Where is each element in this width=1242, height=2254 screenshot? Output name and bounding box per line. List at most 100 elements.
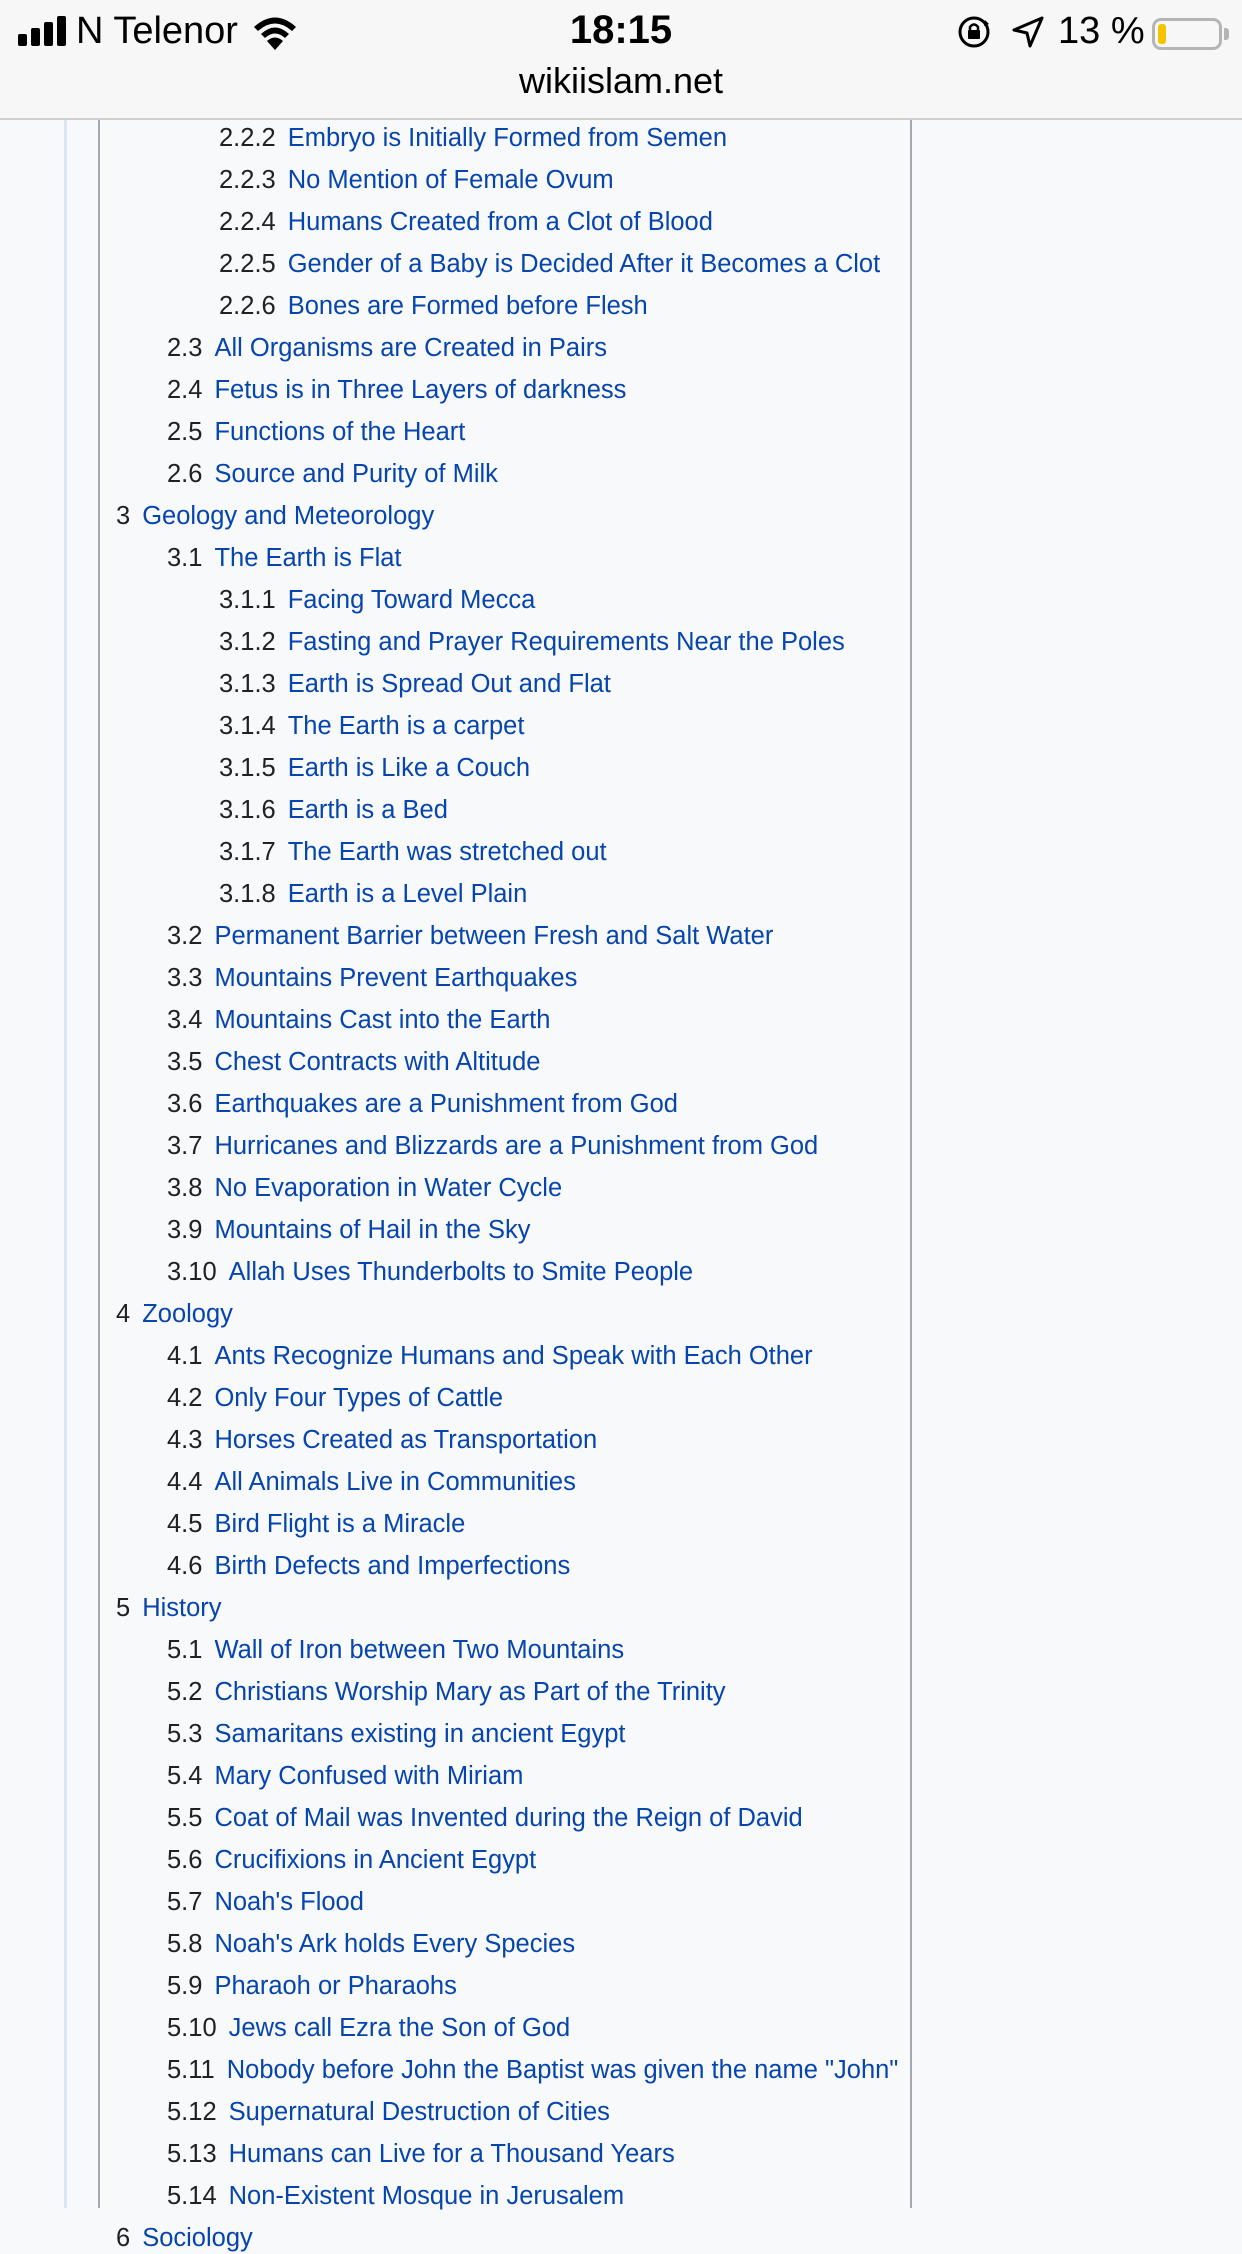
toc-entry[interactable]: 3.1.8 Earth is a Level Plain — [219, 878, 527, 910]
toc-link[interactable]: Humans Created from a Clot of Blood — [288, 208, 713, 236]
toc-entry[interactable]: 5.3 Samaritans existing in ancient Egypt — [167, 1718, 626, 1750]
toc-entry[interactable]: 5.5 Coat of Mail was Invented during the … — [167, 1802, 803, 1834]
toc-entry[interactable]: 5.2 Christians Worship Mary as Part of th… — [167, 1676, 726, 1708]
toc-link[interactable]: Bird Flight is a Miracle — [214, 1510, 465, 1538]
toc-entry[interactable]: 5.9 Pharaoh or Pharaohs — [167, 1970, 457, 2002]
toc-link[interactable]: Geology and Meteorology — [142, 502, 434, 530]
toc-link[interactable]: Zoology — [142, 1300, 233, 1328]
toc-link[interactable]: Samaritans existing in ancient Egypt — [214, 1720, 625, 1748]
toc-link[interactable]: Christians Worship Mary as Part of the T… — [214, 1678, 725, 1706]
toc-link[interactable]: Humans can Live for a Thousand Years — [229, 2140, 675, 2168]
toc-entry[interactable]: 5.11 Nobody before John the Baptist was g… — [167, 2054, 898, 2086]
toc-entry[interactable]: 5.12 Supernatural Destruction of Cities — [167, 2096, 610, 2128]
toc-entry[interactable]: 4.4 All Animals Live in Communities — [167, 1466, 576, 1498]
toc-link[interactable]: The Earth is Flat — [214, 544, 401, 572]
toc-entry[interactable]: 5.1 Wall of Iron between Two Mountains — [167, 1634, 624, 1666]
toc-entry[interactable]: 3.10 Allah Uses Thunderbolts to Smite Peo… — [167, 1256, 693, 1288]
toc-link[interactable]: Sociology — [142, 2224, 253, 2252]
toc-link[interactable]: Supernatural Destruction of Cities — [229, 2098, 610, 2126]
toc-link[interactable]: Earth is a Level Plain — [288, 880, 528, 908]
toc-link[interactable]: Earth is a Bed — [288, 796, 448, 824]
toc-link[interactable]: Hurricanes and Blizzards are a Punishmen… — [214, 1132, 818, 1160]
toc-entry[interactable]: 4.2 Only Four Types of Cattle — [167, 1382, 503, 1414]
toc-entry[interactable]: 3.6 Earthquakes are a Punishment from God — [167, 1088, 678, 1120]
toc-entry[interactable]: 2.2.6 Bones are Formed before Flesh — [219, 290, 648, 322]
toc-link[interactable]: All Organisms are Created in Pairs — [214, 334, 607, 362]
toc-entry[interactable]: 3.9 Mountains of Hail in the Sky — [167, 1214, 531, 1246]
toc-entry[interactable]: 2.3 All Organisms are Created in Pairs — [167, 332, 607, 364]
toc-link[interactable]: Earth is Spread Out and Flat — [288, 670, 611, 698]
toc-link[interactable]: The Earth is a carpet — [288, 712, 525, 740]
toc-entry[interactable]: 3.2 Permanent Barrier between Fresh and S… — [167, 920, 773, 952]
toc-link[interactable]: The Earth was stretched out — [288, 838, 607, 866]
toc-link[interactable]: Ants Recognize Humans and Speak with Eac… — [214, 1342, 812, 1370]
toc-link[interactable]: Wall of Iron between Two Mountains — [214, 1636, 624, 1664]
toc-entry[interactable]: 3.7 Hurricanes and Blizzards are a Punish… — [167, 1130, 818, 1162]
toc-entry[interactable]: 3 Geology and Meteorology — [116, 500, 434, 532]
toc-entry[interactable]: 3.1.4 The Earth is a carpet — [219, 710, 524, 742]
toc-link[interactable]: All Animals Live in Communities — [214, 1468, 575, 1496]
toc-entry[interactable]: 3.5 Chest Contracts with Altitude — [167, 1046, 540, 1078]
toc-link[interactable]: Fasting and Prayer Requirements Near the… — [288, 628, 845, 656]
toc-entry[interactable]: 5.13 Humans can Live for a Thousand Years — [167, 2138, 675, 2170]
toc-link[interactable]: Permanent Barrier between Fresh and Salt… — [214, 922, 773, 950]
toc-link[interactable]: Earth is Like a Couch — [288, 754, 530, 782]
toc-entry[interactable]: 2.2.4 Humans Created from a Clot of Blood — [219, 206, 713, 238]
toc-entry[interactable]: 3.3 Mountains Prevent Earthquakes — [167, 962, 577, 994]
toc-link[interactable]: Only Four Types of Cattle — [214, 1384, 503, 1412]
toc-entry[interactable]: 5.14 Non-Existent Mosque in Jerusalem — [167, 2180, 624, 2212]
toc-entry[interactable]: 4.1 Ants Recognize Humans and Speak with … — [167, 1340, 813, 1372]
toc-entry[interactable]: 3.1.3 Earth is Spread Out and Flat — [219, 668, 611, 700]
toc-link[interactable]: Mountains of Hail in the Sky — [214, 1216, 530, 1244]
toc-link[interactable]: Bones are Formed before Flesh — [288, 292, 648, 320]
toc-entry[interactable]: 5.8 Noah's Ark holds Every Species — [167, 1928, 575, 1960]
toc-entry[interactable]: 3.1.6 Earth is a Bed — [219, 794, 448, 826]
toc-link[interactable]: Earthquakes are a Punishment from God — [214, 1090, 678, 1118]
toc-link[interactable]: Allah Uses Thunderbolts to Smite People — [229, 1258, 693, 1286]
toc-link[interactable]: Fetus is in Three Layers of darkness — [214, 376, 626, 404]
toc-entry[interactable]: 3.1.5 Earth is Like a Couch — [219, 752, 530, 784]
toc-entry[interactable]: 5.6 Crucifixions in Ancient Egypt — [167, 1844, 536, 1876]
toc-link[interactable]: Mountains Cast into the Earth — [214, 1006, 550, 1034]
toc-link[interactable]: Birth Defects and Imperfections — [214, 1552, 570, 1580]
toc-entry[interactable]: 4.3 Horses Created as Transportation — [167, 1424, 597, 1456]
toc-entry[interactable]: 3.1 The Earth is Flat — [167, 542, 402, 574]
toc-link[interactable]: Noah's Flood — [214, 1888, 363, 1916]
toc-link[interactable]: Noah's Ark holds Every Species — [214, 1930, 575, 1958]
toc-link[interactable]: Crucifixions in Ancient Egypt — [214, 1846, 536, 1874]
toc-entry[interactable]: 3.8 No Evaporation in Water Cycle — [167, 1172, 562, 1204]
toc-entry[interactable]: 2.2.5 Gender of a Baby is Decided After i… — [219, 248, 880, 280]
toc-entry[interactable]: 5.4 Mary Confused with Miriam — [167, 1760, 523, 1792]
toc-link[interactable]: Functions of the Heart — [214, 418, 465, 446]
toc-link[interactable]: Source and Purity of Milk — [214, 460, 497, 488]
toc-link[interactable]: Jews call Ezra the Son of God — [229, 2014, 571, 2042]
toc-link[interactable]: Chest Contracts with Altitude — [214, 1048, 540, 1076]
toc-link[interactable]: Facing Toward Mecca — [288, 586, 536, 614]
toc-entry[interactable]: 2.4 Fetus is in Three Layers of darkness — [167, 374, 626, 406]
toc-link[interactable]: Mountains Prevent Earthquakes — [214, 964, 577, 992]
toc-link[interactable]: Mary Confused with Miriam — [214, 1762, 523, 1790]
toc-entry[interactable]: 3.1.1 Facing Toward Mecca — [219, 584, 535, 616]
toc-link[interactable]: Embryo is Initially Formed from Semen — [288, 124, 727, 152]
toc-entry[interactable]: 3.4 Mountains Cast into the Earth — [167, 1004, 550, 1036]
toc-entry[interactable]: 6 Sociology — [116, 2222, 253, 2254]
toc-entry[interactable]: 5 History — [116, 1592, 222, 1624]
toc-link[interactable]: Coat of Mail was Invented during the Rei… — [214, 1804, 802, 1832]
toc-entry[interactable]: 5.7 Noah's Flood — [167, 1886, 364, 1918]
toc-entry[interactable]: 3.1.2 Fasting and Prayer Requirements Nea… — [219, 626, 845, 658]
address-bar-url[interactable]: wikiislam.net — [0, 60, 1242, 102]
toc-entry[interactable]: 5.10 Jews call Ezra the Son of God — [167, 2012, 570, 2044]
toc-entry[interactable]: 4 Zoology — [116, 1298, 233, 1330]
toc-link[interactable]: Non-Existent Mosque in Jerusalem — [229, 2182, 624, 2210]
toc-entry[interactable]: 4.5 Bird Flight is a Miracle — [167, 1508, 465, 1540]
toc-entry[interactable]: 2.2.2 Embryo is Initially Formed from Sem… — [219, 122, 727, 154]
toc-link[interactable]: Horses Created as Transportation — [214, 1426, 597, 1454]
toc-link[interactable]: Nobody before John the Baptist was given… — [227, 2056, 899, 2084]
toc-entry[interactable]: 3.1.7 The Earth was stretched out — [219, 836, 607, 868]
toc-entry[interactable]: 2.6 Source and Purity of Milk — [167, 458, 498, 490]
toc-entry[interactable]: 4.6 Birth Defects and Imperfections — [167, 1550, 570, 1582]
toc-link[interactable]: No Mention of Female Ovum — [288, 166, 614, 194]
toc-link[interactable]: Gender of a Baby is Decided After it Bec… — [288, 250, 880, 278]
toc-entry[interactable]: 2.5 Functions of the Heart — [167, 416, 465, 448]
toc-entry[interactable]: 2.2.3 No Mention of Female Ovum — [219, 164, 614, 196]
